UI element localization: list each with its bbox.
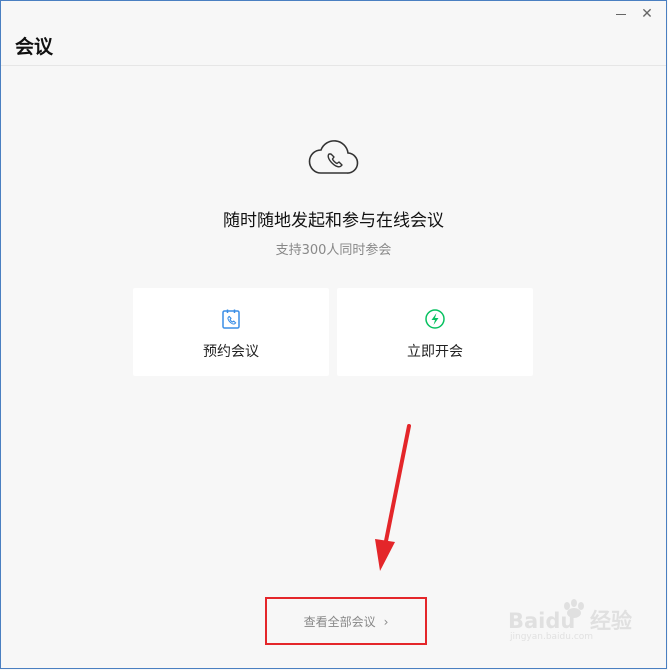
- close-button[interactable]: ✕: [638, 5, 656, 23]
- minimize-button[interactable]: [612, 5, 630, 23]
- cloud-phone-icon: [308, 140, 359, 174]
- schedule-meeting-label: 预约会议: [203, 344, 259, 360]
- watermark-brand: Baidu: [508, 609, 575, 633]
- meeting-window: 会议 ✕ 随时随地发起和参与在线会议 支持300人同时参会 预约会议 立即开会 …: [0, 0, 667, 669]
- schedule-meeting-button[interactable]: 预约会议: [133, 288, 329, 376]
- watermark-url: jingyan.baidu.com: [509, 632, 593, 641]
- chevron-right-icon: ›: [383, 615, 389, 629]
- baidu-jingyan-watermark: Baidu 经验 jingyan.baidu.com: [508, 599, 632, 641]
- calendar-phone-icon: [222, 309, 240, 329]
- view-all-meetings-link[interactable]: 查看全部会议 ›: [267, 607, 425, 637]
- start-meeting-button[interactable]: 立即开会: [337, 288, 533, 376]
- hero-headline: 随时随地发起和参与在线会议: [223, 211, 444, 231]
- annotation-arrow: [375, 424, 411, 571]
- watermark-label: 经验: [590, 609, 632, 633]
- window-title: 会议: [15, 36, 54, 58]
- close-icon: ✕: [641, 6, 653, 22]
- hero-subline: 支持300人同时参会: [275, 243, 392, 258]
- lightning-icon: [425, 309, 445, 329]
- titlebar: 会议 ✕: [1, 1, 666, 66]
- minimize-icon: [616, 14, 626, 15]
- start-meeting-label: 立即开会: [407, 344, 463, 360]
- view-all-meetings-label: 查看全部会议: [303, 615, 376, 629]
